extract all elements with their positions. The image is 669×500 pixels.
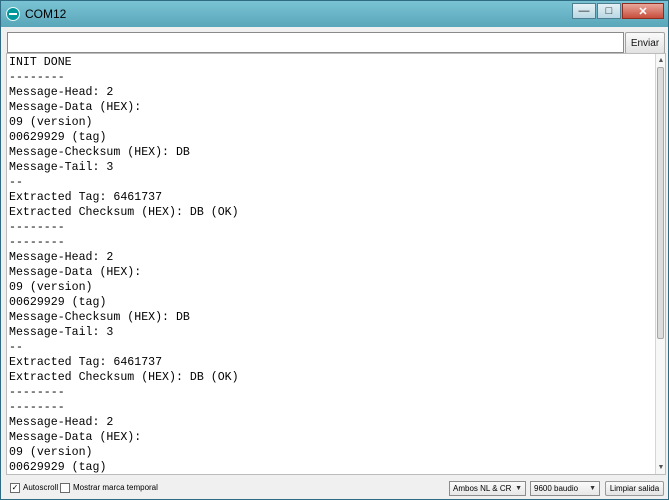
window-controls: — □ ✕ — [571, 3, 664, 21]
scroll-down-icon[interactable]: ▼ — [656, 461, 665, 474]
output-line: 09 (version) — [9, 281, 93, 294]
output-line: Message-Checksum (HEX): DB — [9, 146, 190, 159]
output-line: -------- — [9, 401, 65, 414]
output-line: Message-Data (HEX): — [9, 266, 142, 279]
close-icon: ✕ — [638, 5, 648, 18]
output-line: Message-Checksum (HEX): DB — [9, 311, 190, 324]
output-line: INIT DONE — [9, 56, 72, 69]
arduino-logo-icon — [6, 7, 20, 21]
output-line: Message-Head: 2 — [9, 86, 114, 99]
output-line: Extracted Checksum (HEX): DB (OK) — [9, 206, 239, 219]
output-line: -------- — [9, 71, 65, 84]
output-line: 00629929 (tag) — [9, 296, 107, 309]
output-line: 00629929 (tag) — [9, 131, 107, 144]
output-line: -------- — [9, 221, 65, 234]
maximize-icon: □ — [605, 5, 613, 17]
window-title: COM12 — [25, 7, 67, 21]
maximize-button[interactable]: □ — [597, 3, 621, 19]
output-line: -- — [9, 341, 23, 354]
title-bar[interactable]: COM12 — □ ✕ — [1, 1, 668, 27]
autoscroll-checkbox[interactable]: ✓ — [10, 483, 20, 493]
minimize-icon: — — [578, 5, 590, 17]
output-lines: INIT DONE -------- Message-Head: 2 Message-… — [9, 55, 654, 474]
output-line: Message-Data (HEX): — [9, 431, 142, 444]
scroll-thumb[interactable] — [657, 67, 664, 339]
output-line: -------- — [9, 386, 65, 399]
bottom-toolbar: ✓ Autoscroll Mostrar marca temporal Ambo… — [6, 480, 666, 498]
line-ending-value: Ambos NL & CR — [453, 484, 512, 493]
clear-output-button[interactable]: Limpiar salida — [605, 481, 664, 496]
output-line: Extracted Checksum (HEX): DB (OK) — [9, 371, 239, 384]
autoscroll-label: Autoscroll — [23, 483, 59, 492]
output-line: Message-Head: 2 — [9, 416, 114, 429]
output-line: Message-Data (HEX): — [9, 101, 142, 114]
output-line: -- — [9, 176, 23, 189]
timestamp-label: Mostrar marca temporal — [73, 483, 158, 492]
output-line: Extracted Tag: 6461737 — [9, 356, 163, 369]
serial-output[interactable]: INIT DONE -------- Message-Head: 2 Message-… — [6, 53, 666, 475]
send-row: Enviar — [7, 32, 665, 54]
output-line: Message-Tail: 3 — [9, 326, 114, 339]
send-input[interactable] — [7, 32, 624, 53]
baud-rate-select[interactable]: 9600 baudio ▼ — [530, 481, 600, 496]
output-line: 09 (version) — [9, 116, 93, 129]
line-ending-select[interactable]: Ambos NL & CR ▼ — [449, 481, 526, 496]
serial-monitor-window: COM12 — □ ✕ Enviar INIT DONE -------- Mess… — [0, 0, 669, 500]
send-button[interactable]: Enviar — [625, 32, 665, 54]
close-button[interactable]: ✕ — [622, 3, 664, 19]
output-line: Message-Tail: 3 — [9, 161, 114, 174]
output-line: 09 (version) — [9, 446, 93, 459]
vertical-scrollbar[interactable]: ▲ ▼ — [655, 54, 665, 474]
output-line: Extracted Tag: 6461737 — [9, 191, 163, 204]
minimize-button[interactable]: — — [572, 3, 596, 19]
chevron-down-icon: ▼ — [515, 485, 522, 492]
timestamp-checkbox[interactable] — [60, 483, 70, 493]
baud-rate-value: 9600 baudio — [534, 484, 579, 493]
scroll-up-icon[interactable]: ▲ — [656, 54, 665, 67]
output-line: -------- — [9, 236, 65, 249]
monitor-body: Enviar INIT DONE -------- Message-Head: 2 M… — [2, 27, 668, 499]
chevron-down-icon: ▼ — [589, 485, 596, 492]
output-line: 00629929 (tag) — [9, 461, 107, 474]
output-line: Message-Head: 2 — [9, 251, 114, 264]
